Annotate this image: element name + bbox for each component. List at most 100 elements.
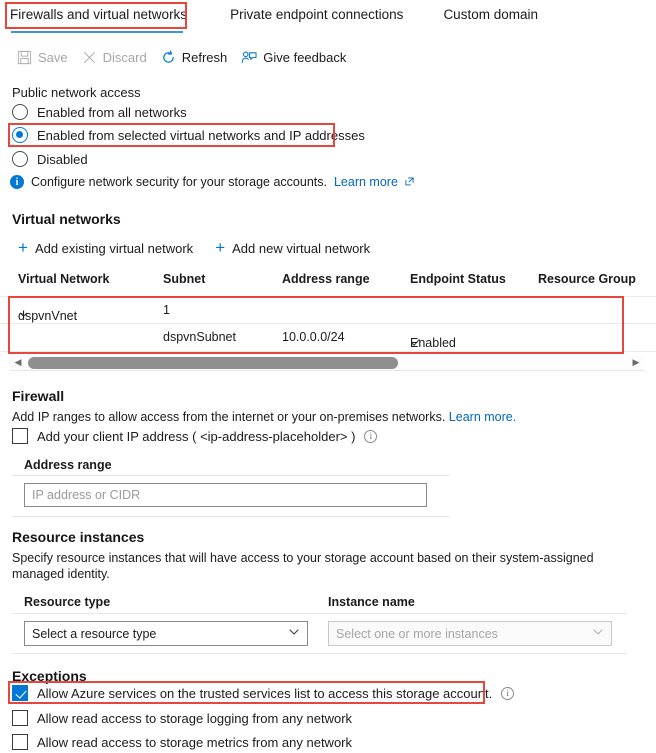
- divider-resource-instances-bottom: [12, 653, 626, 654]
- save-button[interactable]: Save: [12, 46, 77, 69]
- public-network-access-label: Public network access: [12, 85, 141, 100]
- external-link-icon: [405, 175, 414, 189]
- tab-private-endpoint-label: Private endpoint connections: [230, 7, 404, 22]
- refresh-icon: [161, 50, 176, 65]
- tab-bar: Firewalls and virtual networks Private e…: [0, 0, 656, 34]
- cell-subnet-name: dspvnSubnet: [163, 330, 236, 344]
- radio-enabled-from-all-networks[interactable]: Enabled from all networks: [12, 104, 187, 120]
- chevron-down-icon-resource-type: [288, 626, 300, 641]
- learn-more-link-network-security[interactable]: Learn more: [334, 175, 398, 189]
- virtual-networks-table: Virtual Network Subnet Address range End…: [0, 272, 656, 352]
- column-header-endpoint-status[interactable]: Endpoint Status: [410, 272, 506, 286]
- network-security-info-text: Configure network security for your stor…: [31, 175, 327, 189]
- exception-allow-metrics-label: Allow read access to storage metrics fro…: [37, 734, 353, 750]
- table-row[interactable]: dspvnVnet 1: [0, 296, 656, 324]
- checkbox-icon-allow-logging[interactable]: [12, 710, 28, 726]
- address-range-placeholder: IP address or CIDR: [32, 488, 141, 502]
- info-icon: i: [10, 175, 24, 189]
- info-icon-allow-azure-services[interactable]: i: [501, 686, 515, 700]
- feedback-person-icon: [241, 50, 257, 65]
- tab-firewalls-and-virtual-networks[interactable]: Firewalls and virtual networks: [10, 0, 187, 22]
- radio-enabled-from-selected-networks[interactable]: Enabled from selected virtual networks a…: [12, 127, 365, 143]
- table-horizontal-scrollbar[interactable]: ◀ ▶: [10, 355, 644, 371]
- radio-icon-all-networks: [12, 104, 28, 120]
- column-header-virtual-network[interactable]: Virtual Network: [18, 272, 109, 286]
- instance-name-label: Instance name: [328, 595, 415, 609]
- table-row[interactable]: dspvnSubnet 10.0.0.0/24 Enabled: [0, 324, 656, 352]
- column-header-resource-group[interactable]: Resource Group: [538, 272, 636, 286]
- firewall-heading: Firewall: [12, 388, 65, 404]
- scroll-left-arrow-icon[interactable]: ◀: [10, 357, 26, 368]
- exception-allow-azure-services-row[interactable]: Allow Azure services on the trusted serv…: [12, 685, 515, 701]
- radio-label-all-networks: Enabled from all networks: [37, 104, 187, 120]
- give-feedback-button[interactable]: Give feedback: [236, 46, 355, 69]
- plus-icon-add-new: +: [215, 238, 226, 257]
- tab-private-endpoint-connections[interactable]: Private endpoint connections: [230, 0, 403, 22]
- scroll-right-arrow-icon[interactable]: ▶: [628, 357, 644, 368]
- resource-type-value: Select a resource type: [32, 626, 157, 641]
- discard-label: Discard: [102, 50, 147, 65]
- resource-instances-heading: Resource instances: [12, 529, 145, 545]
- checkbox-icon-allow-metrics[interactable]: [12, 734, 28, 750]
- cell-address-range: 10.0.0.0/24: [282, 330, 345, 344]
- give-feedback-label: Give feedback: [263, 50, 347, 65]
- save-icon: [17, 50, 32, 65]
- add-new-virtual-network-button[interactable]: + Add new virtual network: [215, 238, 371, 257]
- virtual-networks-actions: + Add existing virtual network + Add new…: [18, 238, 371, 257]
- command-bar: Save Discard Refresh Give feedback: [12, 46, 355, 69]
- add-client-ip-label: Add your client IP address ( <ip-address…: [37, 428, 356, 444]
- firewalls-and-virtual-networks-page: Firewalls and virtual networks Private e…: [0, 0, 656, 753]
- close-icon: [82, 50, 97, 65]
- endpoint-status-text: Enabled: [410, 336, 456, 350]
- divider-address-range-bottom: [12, 516, 450, 517]
- add-existing-label: Add existing virtual network: [34, 240, 194, 256]
- column-header-subnet[interactable]: Subnet: [163, 272, 205, 286]
- scrollbar-thumb[interactable]: [28, 356, 398, 369]
- radio-label-selected-networks: Enabled from selected virtual networks a…: [37, 127, 365, 143]
- radio-disabled[interactable]: Disabled: [12, 151, 88, 167]
- firewall-description-line: Add IP ranges to allow access from the i…: [12, 410, 516, 424]
- radio-label-disabled: Disabled: [37, 151, 88, 167]
- scrollbar-track[interactable]: [26, 356, 628, 369]
- address-range-input[interactable]: IP address or CIDR: [24, 483, 427, 507]
- divider-address-range: [12, 475, 450, 476]
- radio-icon-disabled: [12, 151, 28, 167]
- add-client-ip-checkbox-row[interactable]: Add your client IP address ( <ip-address…: [12, 428, 378, 444]
- tab-firewalls-label: Firewalls and virtual networks: [10, 7, 188, 22]
- chevron-down-icon-instance-name: [592, 626, 604, 641]
- refresh-button[interactable]: Refresh: [156, 46, 237, 69]
- tab-custom-domain-label: Custom domain: [443, 7, 538, 22]
- instance-name-dropdown[interactable]: Select one or more instances: [328, 621, 612, 646]
- active-tab-underline: [11, 31, 183, 33]
- refresh-label: Refresh: [181, 50, 228, 65]
- virtual-networks-heading: Virtual networks: [12, 211, 121, 227]
- checkbox-icon-allow-azure-services[interactable]: [12, 685, 28, 701]
- learn-more-link-firewall[interactable]: Learn more.: [449, 410, 516, 424]
- cell-virtual-network-name: dspvnVnet: [18, 309, 78, 323]
- address-range-label: Address range: [24, 458, 112, 472]
- exception-allow-logging-row[interactable]: Allow read access to storage logging fro…: [12, 710, 352, 726]
- radio-icon-selected-networks: [12, 127, 28, 143]
- table-header-row: Virtual Network Subnet Address range End…: [0, 272, 656, 296]
- exception-allow-logging-label: Allow read access to storage logging fro…: [37, 710, 353, 726]
- discard-button[interactable]: Discard: [77, 46, 156, 69]
- save-label: Save: [38, 50, 68, 65]
- exception-allow-metrics-row[interactable]: Allow read access to storage metrics fro…: [12, 734, 352, 750]
- checkbox-icon-add-client-ip[interactable]: [12, 428, 28, 444]
- resource-type-label: Resource type: [24, 595, 111, 609]
- table-body: dspvnVnet 1 dspvnSubnet 10.0.0.0/24 Enab…: [0, 296, 656, 352]
- plus-icon-add-existing: +: [18, 238, 28, 257]
- add-new-label: Add new virtual network: [232, 240, 371, 256]
- instance-name-value: Select one or more instances: [336, 626, 498, 641]
- exceptions-heading: Exceptions: [12, 668, 87, 684]
- network-security-info: i Configure network security for your st…: [10, 175, 414, 189]
- column-header-address-range[interactable]: Address range: [282, 272, 370, 286]
- firewall-description: Add IP ranges to allow access from the i…: [12, 410, 446, 424]
- info-icon-client-ip[interactable]: i: [364, 429, 378, 443]
- add-existing-virtual-network-button[interactable]: + Add existing virtual network: [18, 238, 194, 257]
- resource-instances-description: Specify resource instances that will hav…: [12, 551, 594, 581]
- resource-type-dropdown[interactable]: Select a resource type: [24, 621, 308, 646]
- tab-custom-domain[interactable]: Custom domain: [443, 0, 538, 22]
- divider-resource-instances: [12, 613, 626, 614]
- exception-allow-azure-services-label: Allow Azure services on the trusted serv…: [37, 685, 493, 701]
